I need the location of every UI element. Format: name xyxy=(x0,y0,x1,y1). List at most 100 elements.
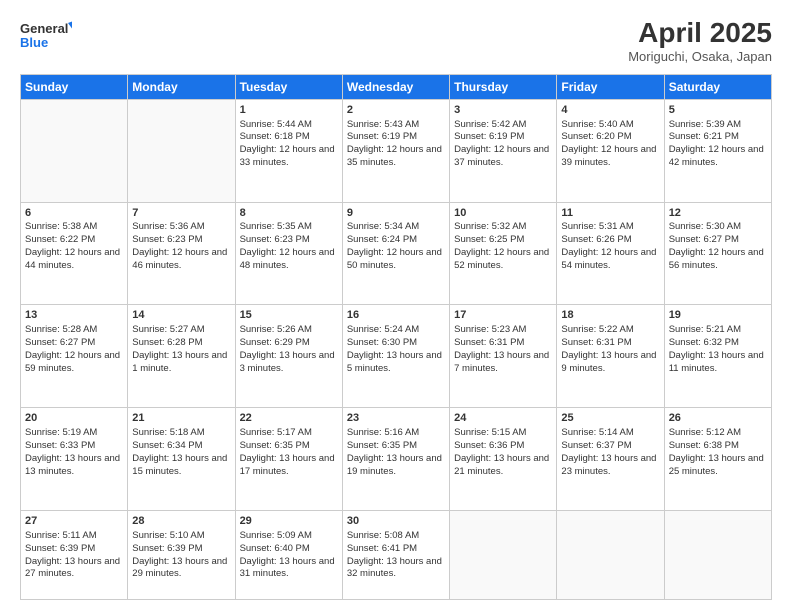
table-row: 9Sunrise: 5:34 AMSunset: 6:24 PMDaylight… xyxy=(342,202,449,305)
table-row: 11Sunrise: 5:31 AMSunset: 6:26 PMDayligh… xyxy=(557,202,664,305)
day-info: Daylight: 13 hours and 29 minutes. xyxy=(132,556,227,580)
day-info: Daylight: 13 hours and 3 minutes. xyxy=(240,350,335,374)
table-row: 20Sunrise: 5:19 AMSunset: 6:33 PMDayligh… xyxy=(21,408,128,511)
table-row xyxy=(21,99,128,202)
day-info: Sunrise: 5:15 AM xyxy=(454,427,526,438)
day-info: Sunrise: 5:42 AM xyxy=(454,119,526,130)
day-number: 1 xyxy=(240,103,338,118)
day-info: Daylight: 12 hours and 56 minutes. xyxy=(669,247,764,271)
table-row: 1Sunrise: 5:44 AMSunset: 6:18 PMDaylight… xyxy=(235,99,342,202)
day-info: Daylight: 13 hours and 31 minutes. xyxy=(240,556,335,580)
logo: General Blue xyxy=(20,18,72,54)
day-number: 4 xyxy=(561,103,659,118)
day-info: Sunset: 6:31 PM xyxy=(454,337,524,348)
day-info: Daylight: 13 hours and 32 minutes. xyxy=(347,556,442,580)
day-info: Sunset: 6:28 PM xyxy=(132,337,202,348)
table-row xyxy=(450,511,557,600)
day-info: Daylight: 12 hours and 33 minutes. xyxy=(240,144,335,168)
day-info: Sunrise: 5:44 AM xyxy=(240,119,312,130)
day-number: 21 xyxy=(132,411,230,426)
col-tuesday: Tuesday xyxy=(235,74,342,99)
day-info: Sunrise: 5:32 AM xyxy=(454,221,526,232)
day-info: Sunrise: 5:31 AM xyxy=(561,221,633,232)
day-info: Sunrise: 5:36 AM xyxy=(132,221,204,232)
day-info: Daylight: 13 hours and 17 minutes. xyxy=(240,453,335,477)
day-number: 11 xyxy=(561,206,659,221)
table-row: 10Sunrise: 5:32 AMSunset: 6:25 PMDayligh… xyxy=(450,202,557,305)
day-info: Sunrise: 5:08 AM xyxy=(347,530,419,541)
table-row: 25Sunrise: 5:14 AMSunset: 6:37 PMDayligh… xyxy=(557,408,664,511)
day-info: Sunset: 6:19 PM xyxy=(347,131,417,142)
table-row: 8Sunrise: 5:35 AMSunset: 6:23 PMDaylight… xyxy=(235,202,342,305)
day-info: Sunrise: 5:40 AM xyxy=(561,119,633,130)
day-number: 27 xyxy=(25,514,123,529)
table-row: 21Sunrise: 5:18 AMSunset: 6:34 PMDayligh… xyxy=(128,408,235,511)
day-info: Daylight: 13 hours and 13 minutes. xyxy=(25,453,120,477)
svg-text:Blue: Blue xyxy=(20,35,48,50)
day-info: Daylight: 12 hours and 59 minutes. xyxy=(25,350,120,374)
table-row: 7Sunrise: 5:36 AMSunset: 6:23 PMDaylight… xyxy=(128,202,235,305)
day-info: Daylight: 13 hours and 27 minutes. xyxy=(25,556,120,580)
col-wednesday: Wednesday xyxy=(342,74,449,99)
day-info: Daylight: 12 hours and 48 minutes. xyxy=(240,247,335,271)
day-info: Sunrise: 5:17 AM xyxy=(240,427,312,438)
day-info: Sunset: 6:27 PM xyxy=(669,234,739,245)
day-info: Sunrise: 5:16 AM xyxy=(347,427,419,438)
day-number: 5 xyxy=(669,103,767,118)
day-info: Sunrise: 5:22 AM xyxy=(561,324,633,335)
col-friday: Friday xyxy=(557,74,664,99)
logo-svg: General Blue xyxy=(20,18,72,54)
svg-text:General: General xyxy=(20,21,68,36)
table-row: 29Sunrise: 5:09 AMSunset: 6:40 PMDayligh… xyxy=(235,511,342,600)
day-info: Sunset: 6:33 PM xyxy=(25,440,95,451)
calendar-header-row: Sunday Monday Tuesday Wednesday Thursday… xyxy=(21,74,772,99)
day-info: Sunrise: 5:38 AM xyxy=(25,221,97,232)
day-info: Sunset: 6:35 PM xyxy=(347,440,417,451)
day-number: 29 xyxy=(240,514,338,529)
table-row: 13Sunrise: 5:28 AMSunset: 6:27 PMDayligh… xyxy=(21,305,128,408)
day-info: Daylight: 12 hours and 52 minutes. xyxy=(454,247,549,271)
day-number: 16 xyxy=(347,308,445,323)
table-row: 17Sunrise: 5:23 AMSunset: 6:31 PMDayligh… xyxy=(450,305,557,408)
table-row: 16Sunrise: 5:24 AMSunset: 6:30 PMDayligh… xyxy=(342,305,449,408)
day-number: 12 xyxy=(669,206,767,221)
day-info: Sunset: 6:19 PM xyxy=(454,131,524,142)
table-row xyxy=(664,511,771,600)
day-info: Sunset: 6:31 PM xyxy=(561,337,631,348)
day-info: Sunset: 6:29 PM xyxy=(240,337,310,348)
day-number: 30 xyxy=(347,514,445,529)
day-info: Daylight: 12 hours and 42 minutes. xyxy=(669,144,764,168)
day-info: Sunrise: 5:09 AM xyxy=(240,530,312,541)
day-info: Daylight: 13 hours and 5 minutes. xyxy=(347,350,442,374)
col-thursday: Thursday xyxy=(450,74,557,99)
day-info: Sunset: 6:22 PM xyxy=(25,234,95,245)
day-info: Sunrise: 5:21 AM xyxy=(669,324,741,335)
day-number: 18 xyxy=(561,308,659,323)
day-info: Sunset: 6:23 PM xyxy=(132,234,202,245)
header-right: April 2025 Moriguchi, Osaka, Japan xyxy=(628,18,772,64)
table-row: 26Sunrise: 5:12 AMSunset: 6:38 PMDayligh… xyxy=(664,408,771,511)
day-info: Sunrise: 5:27 AM xyxy=(132,324,204,335)
location: Moriguchi, Osaka, Japan xyxy=(628,49,772,64)
day-info: Sunrise: 5:18 AM xyxy=(132,427,204,438)
day-info: Sunset: 6:39 PM xyxy=(25,543,95,554)
table-row: 27Sunrise: 5:11 AMSunset: 6:39 PMDayligh… xyxy=(21,511,128,600)
table-row: 24Sunrise: 5:15 AMSunset: 6:36 PMDayligh… xyxy=(450,408,557,511)
day-info: Sunset: 6:39 PM xyxy=(132,543,202,554)
day-info: Daylight: 13 hours and 25 minutes. xyxy=(669,453,764,477)
table-row: 18Sunrise: 5:22 AMSunset: 6:31 PMDayligh… xyxy=(557,305,664,408)
day-info: Sunrise: 5:19 AM xyxy=(25,427,97,438)
col-saturday: Saturday xyxy=(664,74,771,99)
day-info: Daylight: 12 hours and 50 minutes. xyxy=(347,247,442,271)
day-info: Sunrise: 5:34 AM xyxy=(347,221,419,232)
day-info: Sunset: 6:24 PM xyxy=(347,234,417,245)
page: General Blue April 2025 Moriguchi, Osaka… xyxy=(0,0,792,612)
day-number: 8 xyxy=(240,206,338,221)
table-row: 12Sunrise: 5:30 AMSunset: 6:27 PMDayligh… xyxy=(664,202,771,305)
calendar-table: Sunday Monday Tuesday Wednesday Thursday… xyxy=(20,74,772,600)
table-row: 28Sunrise: 5:10 AMSunset: 6:39 PMDayligh… xyxy=(128,511,235,600)
col-sunday: Sunday xyxy=(21,74,128,99)
day-info: Sunrise: 5:28 AM xyxy=(25,324,97,335)
day-info: Sunset: 6:26 PM xyxy=(561,234,631,245)
day-info: Daylight: 13 hours and 21 minutes. xyxy=(454,453,549,477)
